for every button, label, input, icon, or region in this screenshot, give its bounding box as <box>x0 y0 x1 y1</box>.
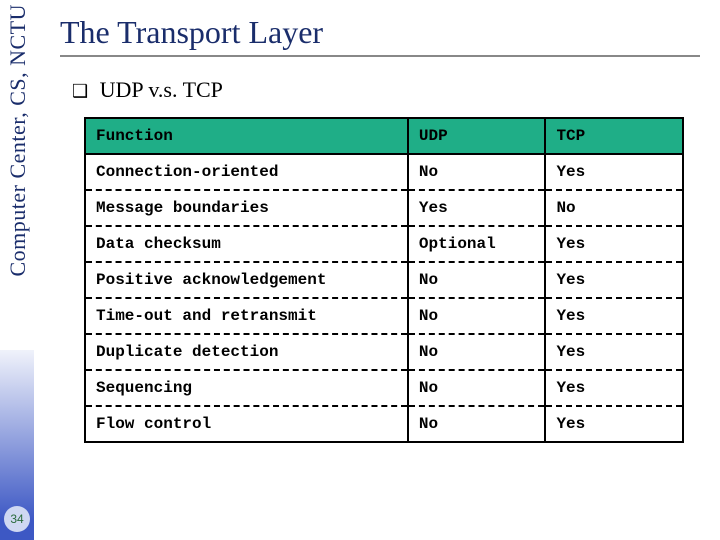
col-header-udp: UDP <box>408 118 546 154</box>
cell-udp: No <box>408 262 546 298</box>
table-row: Data checksum Optional Yes <box>85 226 683 262</box>
section-subhead: ❑ UDP v.s. TCP <box>72 77 700 103</box>
cell-function: Duplicate detection <box>85 334 408 370</box>
cell-function: Connection-oriented <box>85 154 408 190</box>
sidebar-org-label: Computer Center, CS, NCTU <box>5 4 31 277</box>
table-row: Message boundaries Yes No <box>85 190 683 226</box>
square-bullet-icon: ❑ <box>72 81 88 101</box>
table-row: Time-out and retransmit No Yes <box>85 298 683 334</box>
cell-udp: No <box>408 370 546 406</box>
subhead-text: UDP v.s. TCP <box>100 77 223 102</box>
page-number-badge: 34 <box>4 506 30 532</box>
col-header-function: Function <box>85 118 408 154</box>
cell-udp: No <box>408 334 546 370</box>
cell-tcp: Yes <box>545 334 683 370</box>
cell-udp: No <box>408 154 546 190</box>
cell-tcp: Yes <box>545 262 683 298</box>
cell-function: Message boundaries <box>85 190 408 226</box>
cell-function: Flow control <box>85 406 408 442</box>
cell-udp: Optional <box>408 226 546 262</box>
cell-function: Time-out and retransmit <box>85 298 408 334</box>
cell-tcp: Yes <box>545 226 683 262</box>
table-row: Connection-oriented No Yes <box>85 154 683 190</box>
slide-title: The Transport Layer <box>60 14 700 51</box>
table-header-row: Function UDP TCP <box>85 118 683 154</box>
cell-tcp: No <box>545 190 683 226</box>
cell-tcp: Yes <box>545 406 683 442</box>
cell-tcp: Yes <box>545 154 683 190</box>
cell-udp: No <box>408 298 546 334</box>
title-underline <box>60 55 700 57</box>
cell-function: Sequencing <box>85 370 408 406</box>
table-row: Duplicate detection No Yes <box>85 334 683 370</box>
cell-tcp: Yes <box>545 298 683 334</box>
table-row: Positive acknowledgement No Yes <box>85 262 683 298</box>
table-row: Flow control No Yes <box>85 406 683 442</box>
cell-function: Positive acknowledgement <box>85 262 408 298</box>
udp-tcp-comparison-table: Function UDP TCP Connection-oriented No … <box>84 117 684 443</box>
cell-tcp: Yes <box>545 370 683 406</box>
cell-udp: Yes <box>408 190 546 226</box>
slide-content: The Transport Layer ❑ UDP v.s. TCP Funct… <box>60 10 700 530</box>
cell-udp: No <box>408 406 546 442</box>
col-header-tcp: TCP <box>545 118 683 154</box>
sidebar-gradient-band: 34 <box>0 350 34 540</box>
cell-function: Data checksum <box>85 226 408 262</box>
table-row: Sequencing No Yes <box>85 370 683 406</box>
